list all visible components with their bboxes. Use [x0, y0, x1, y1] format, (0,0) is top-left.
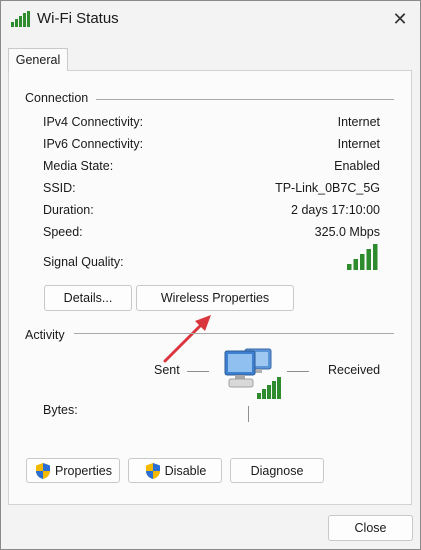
activity-section-label: Activity	[25, 328, 65, 342]
duration-value: 2 days 17:10:00	[291, 203, 380, 217]
connection-divider	[96, 99, 394, 100]
speed-label: Speed:	[43, 225, 83, 239]
ipv6-value: Internet	[337, 137, 380, 151]
ssid-label: SSID:	[43, 181, 76, 195]
bytes-label: Bytes:	[43, 403, 78, 417]
title-bar[interactable]: Wi-Fi Status ✕	[1, 1, 420, 39]
signal-quality-icon	[347, 244, 378, 270]
disable-button-label: Disable	[164, 463, 207, 478]
tab-general[interactable]: General	[8, 48, 68, 71]
uac-shield-icon	[36, 462, 50, 479]
sent-connector-line	[187, 371, 209, 372]
uac-shield-icon	[145, 462, 160, 479]
close-window-button[interactable]: ✕	[386, 7, 414, 31]
wifi-status-dialog: Wi-Fi Status ✕ General Connection IPv4 C…	[0, 0, 421, 550]
duration-label: Duration:	[43, 203, 94, 217]
close-button[interactable]: Close	[328, 515, 413, 541]
received-label: Received	[328, 363, 381, 377]
connection-section-label: Connection	[25, 91, 89, 105]
received-connector-line	[287, 371, 309, 372]
ipv4-value: Internet	[337, 115, 380, 129]
properties-button-label: Properties	[55, 463, 112, 478]
ssid-value: TP-Link_0B7C_5G	[275, 181, 380, 195]
diagnose-button[interactable]: Diagnose	[230, 458, 324, 483]
close-icon: ✕	[392, 9, 408, 29]
bytes-connector-line	[248, 406, 249, 422]
window-title: Wi-Fi Status	[37, 10, 119, 27]
media-state-label: Media State:	[43, 159, 114, 173]
ipv6-label: IPv6 Connectivity:	[43, 137, 144, 151]
wifi-signal-icon	[11, 11, 30, 27]
ipv4-label: IPv4 Connectivity:	[43, 115, 144, 129]
disable-button[interactable]: Disable	[128, 458, 222, 483]
details-button[interactable]: Details...	[44, 285, 132, 311]
network-computers-icon	[224, 348, 281, 399]
signal-quality-label: Signal Quality:	[43, 255, 124, 269]
speed-value: 325.0 Mbps	[314, 225, 380, 239]
sent-label: Sent	[154, 363, 180, 377]
wireless-properties-button[interactable]: Wireless Properties	[136, 285, 294, 311]
properties-button[interactable]: Properties	[26, 458, 120, 483]
activity-divider	[74, 333, 394, 334]
media-state-value: Enabled	[334, 159, 380, 173]
annotation-arrow-icon	[163, 315, 211, 363]
